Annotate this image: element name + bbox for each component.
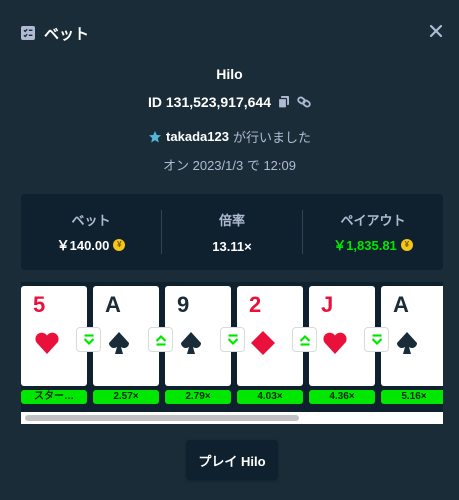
card-rank: 5: [33, 292, 46, 317]
card-multiplier: 5.16×: [381, 390, 443, 404]
play-hilo-button[interactable]: プレイ Hilo: [186, 440, 278, 480]
playing-card-a-spade: A: [381, 286, 443, 386]
bet-id: ID 131,523,917,644: [148, 94, 271, 110]
link-icon[interactable]: [297, 95, 311, 109]
placed-by-row: takada123 が行いました: [0, 127, 459, 146]
username[interactable]: takada123: [166, 129, 229, 144]
payout-stat: ペイアウト ￥1,835.81 ¥: [302, 210, 443, 254]
lower-arrow-icon[interactable]: [364, 327, 389, 352]
payout-amount: ￥1,835.81: [333, 238, 397, 253]
game-name: Hilo: [216, 66, 243, 82]
bet-amount: ￥140.00: [56, 238, 110, 253]
card-multiplier: スター…: [21, 390, 87, 404]
heart-suit-icon: [34, 330, 60, 356]
yen-coin-icon: ¥: [400, 238, 413, 251]
lower-arrow-icon[interactable]: [76, 327, 101, 352]
yen-coin-icon: ¥: [113, 238, 126, 251]
card-rank: J: [321, 292, 334, 317]
multiplier-value-row: 13.11×: [162, 239, 302, 254]
bet-stats-panel: ベット ￥140.00 ¥ 倍率 13.11× ペイアウト ￥1,835.81 …: [21, 194, 443, 270]
horizontal-scrollbar[interactable]: [21, 412, 443, 424]
higher-arrow-icon[interactable]: [292, 327, 317, 352]
card-multiplier: 2.79×: [165, 390, 231, 404]
card-multiplier: 2.57×: [93, 390, 159, 404]
card-rank: A: [105, 292, 121, 317]
bet-label: ベット: [71, 213, 111, 228]
bet-date: オン 2023/1/3 で 12:09: [163, 158, 296, 173]
spade-suit-icon: [106, 330, 132, 356]
payout-value-row: ￥1,835.81 ¥: [303, 235, 443, 254]
bet-value-row: ￥140.00 ¥: [21, 235, 161, 254]
card-rank: 9: [177, 292, 190, 317]
higher-arrow-icon[interactable]: [148, 327, 173, 352]
card-multiplier: 4.36×: [309, 390, 375, 404]
bet-stat: ベット ￥140.00 ¥: [21, 210, 161, 254]
card-multiplier: 4.03×: [237, 390, 303, 404]
close-icon[interactable]: [429, 24, 443, 38]
heart-suit-icon: [322, 330, 348, 356]
spade-suit-icon: [394, 330, 420, 356]
copy-icon[interactable]: [277, 95, 291, 109]
modal-title: ベット: [44, 25, 90, 43]
card-rank: 2: [249, 292, 262, 317]
multiplier-value: 13.11×: [212, 239, 252, 254]
multiplier-stat: 倍率 13.11×: [161, 210, 302, 254]
vip-star-icon: [148, 130, 162, 144]
multiplier-label: 倍率: [218, 213, 245, 228]
lower-arrow-icon[interactable]: [220, 327, 245, 352]
card-rank: A: [393, 292, 409, 317]
card-history[interactable]: 5 A 9 2 J A スター… 2.57× 2.79× 4.03× 4.36×…: [21, 282, 443, 412]
payout-label: ペイアウト: [340, 213, 406, 228]
placed-by-label: が行いました: [232, 130, 311, 145]
bet-id-row: ID 131,523,917,644: [0, 93, 459, 111]
diamond-suit-icon: [250, 330, 276, 356]
modal-header: ベット: [0, 0, 459, 66]
bet-slip-icon: [20, 25, 36, 41]
scrollbar-thumb[interactable]: [25, 415, 299, 421]
spade-suit-icon: [178, 330, 204, 356]
